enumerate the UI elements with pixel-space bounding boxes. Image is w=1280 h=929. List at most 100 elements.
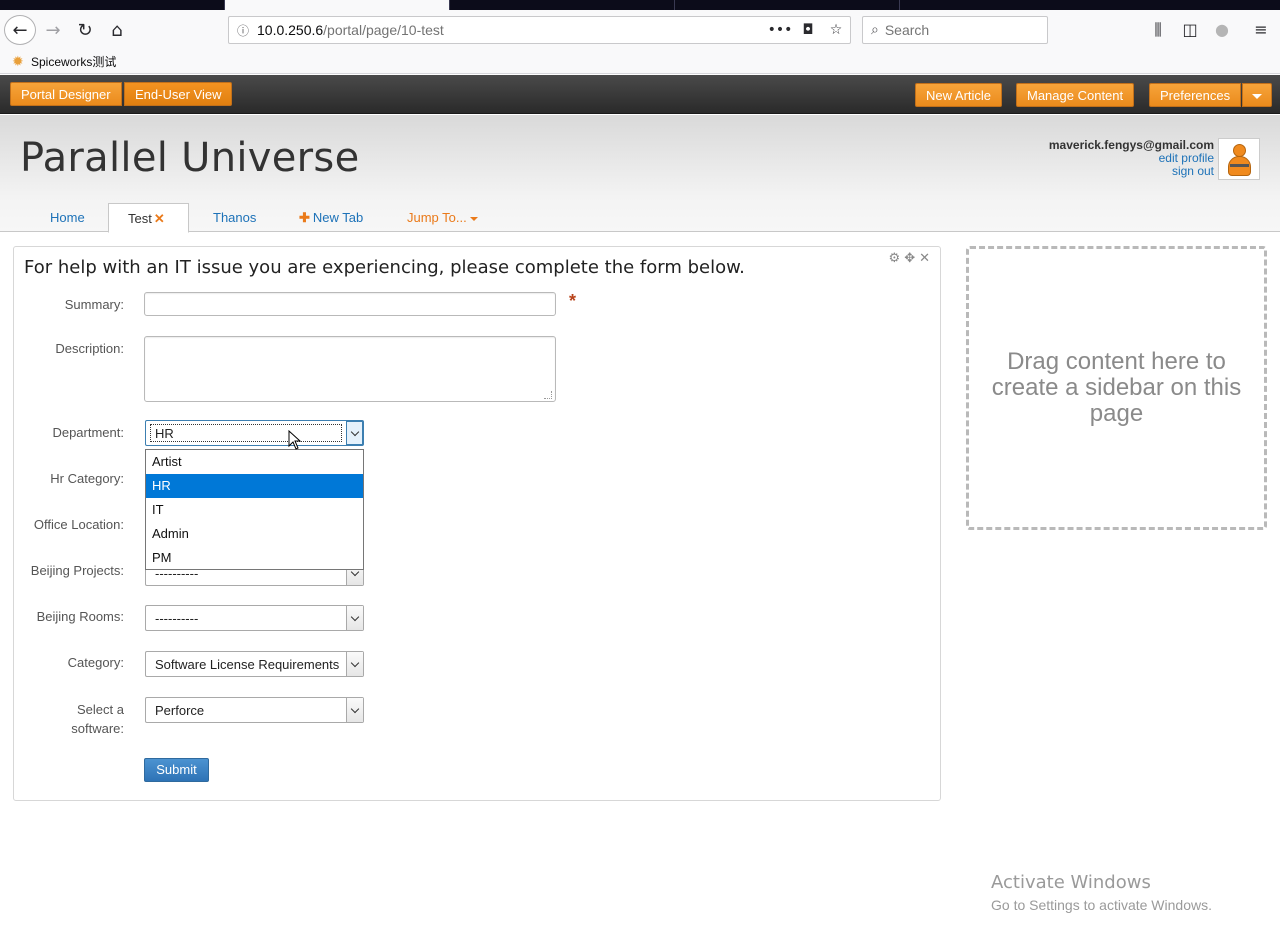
browser-tab[interactable] <box>450 0 675 10</box>
tab-test[interactable]: Test ✕ <box>108 203 189 233</box>
beijing-rooms-select[interactable]: ---------- <box>145 605 364 631</box>
resize-grip-icon[interactable] <box>544 391 552 399</box>
beijing-projects-label: Beijing Projects: <box>30 563 124 578</box>
close-icon[interactable]: ✕ <box>919 251 934 266</box>
site-info-icon[interactable]: ⓘ <box>229 22 257 39</box>
category-value: Software License Requirements <box>155 657 340 672</box>
manage-content-button[interactable]: Manage Content <box>1016 83 1135 107</box>
tab-home-label: Home <box>50 210 85 225</box>
portal-designer-button[interactable]: Portal Designer <box>10 82 122 106</box>
bookmark-label: Spiceworks测试 <box>31 55 117 69</box>
back-icon[interactable]: ← <box>4 15 36 45</box>
caret-down-icon <box>469 216 478 221</box>
category-label: Category: <box>67 655 124 670</box>
sidebar-drop-zone[interactable]: Drag content here to create a sidebar on… <box>966 246 1267 530</box>
avatar-band <box>1230 164 1249 167</box>
page-actions-icon[interactable]: ••• <box>766 22 794 38</box>
summary-label: Summary: <box>64 297 124 312</box>
portal-admin-bar: Portal Designer End-User View New Articl… <box>0 75 1280 114</box>
extension-icon[interactable]: ● <box>1210 20 1234 39</box>
department-option[interactable]: Artist <box>146 450 363 474</box>
end-user-view-button[interactable]: End-User View <box>124 82 233 106</box>
department-select[interactable]: HR <box>145 420 364 446</box>
beijing-rooms-value: ---------- <box>155 611 199 626</box>
reload-icon[interactable]: ↻ <box>70 16 100 44</box>
category-select[interactable]: Software License Requirements <box>145 651 364 677</box>
avatar[interactable] <box>1218 138 1260 180</box>
pocket-icon[interactable]: ◘ <box>794 22 822 38</box>
browser-tab[interactable] <box>675 0 900 10</box>
department-dropdown-list: Artist HR IT Admin PM <box>145 449 364 570</box>
department-option[interactable]: PM <box>146 546 363 570</box>
url-host: 10.0.250.6 <box>257 22 324 38</box>
summary-input[interactable] <box>144 292 556 316</box>
office-location-label: Office Location: <box>33 517 124 532</box>
move-icon[interactable]: ✥ <box>904 251 919 266</box>
software-select[interactable]: Perforce <box>145 697 364 723</box>
browser-tab-active[interactable] <box>225 0 450 10</box>
hr-category-label: Hr Category: <box>50 471 124 486</box>
new-article-button[interactable]: New Article <box>915 83 1003 107</box>
search-icon: ⌕ <box>871 22 879 38</box>
spiceworks-icon: ✹ <box>12 53 24 70</box>
home-icon[interactable]: ⌂ <box>102 16 132 44</box>
department-label: Department: <box>52 425 124 440</box>
description-label: Description: <box>55 341 124 356</box>
chevron-down-icon[interactable] <box>346 421 363 445</box>
software-label-line1: Select a <box>77 702 124 717</box>
url-text[interactable]: 10.0.250.6/portal/page/10-test <box>257 22 766 38</box>
search-bar[interactable]: ⌕ <box>862 16 1048 44</box>
chevron-down-icon[interactable] <box>346 652 363 676</box>
site-title: Parallel Universe <box>20 135 360 181</box>
preferences-dropdown-button[interactable] <box>1242 83 1272 107</box>
browser-tab-strip <box>0 0 1280 10</box>
department-option[interactable]: Admin <box>146 522 363 546</box>
browser-tab[interactable] <box>0 0 225 10</box>
description-textarea[interactable] <box>144 336 556 402</box>
department-value: HR <box>150 424 342 442</box>
software-value: Perforce <box>155 703 205 718</box>
user-box: maverick.fengys@gmail.com edit profile s… <box>1049 139 1214 178</box>
caret-down-icon <box>1252 94 1262 100</box>
mouse-pointer-icon <box>288 430 302 450</box>
menu-icon[interactable]: ≡ <box>1249 20 1273 39</box>
url-path: /portal/page/10-test <box>323 22 444 38</box>
gear-icon[interactable]: ⚙ <box>889 251 905 266</box>
search-input[interactable] <box>884 22 1025 38</box>
department-option[interactable]: HR <box>146 474 363 498</box>
sign-out-link[interactable]: sign out <box>1049 165 1214 178</box>
avatar-head <box>1233 144 1246 157</box>
preferences-button[interactable]: Preferences <box>1149 83 1242 107</box>
watermark-line1: Activate Windows <box>991 872 1151 893</box>
department-option[interactable]: IT <box>146 498 363 522</box>
bookmarks-bar: ✹ Spiceworks测试 <box>0 50 1280 74</box>
software-label-line2: software: <box>71 721 124 736</box>
forward-icon[interactable]: → <box>38 16 68 44</box>
tab-home[interactable]: Home <box>40 203 95 232</box>
library-icon[interactable]: ⫼ <box>1146 20 1170 40</box>
plus-icon: ✚ <box>299 210 310 225</box>
tab-test-label: Test <box>128 211 152 226</box>
tab-thanos-label: Thanos <box>213 210 257 225</box>
widget-controls: ⚙✥✕ <box>889 251 934 266</box>
chevron-down-icon[interactable] <box>346 698 363 722</box>
bookmark-item[interactable]: ✹ Spiceworks测试 <box>12 53 116 70</box>
sidebar-drop-text: Drag content here to create a sidebar on… <box>991 348 1242 427</box>
sidebar-toggle-icon[interactable]: ◫ <box>1178 20 1202 39</box>
required-mark: * <box>569 291 577 311</box>
form-heading: For help with an IT issue you are experi… <box>24 257 745 278</box>
url-bar[interactable]: ⓘ 10.0.250.6/portal/page/10-test ••• ◘ ☆ <box>228 16 851 44</box>
tab-thanos[interactable]: Thanos <box>203 203 266 232</box>
bookmark-star-icon[interactable]: ☆ <box>822 22 850 38</box>
activate-windows-watermark: Activate Windows Go to Settings to activ… <box>991 872 1212 913</box>
beijing-rooms-label: Beijing Rooms: <box>36 609 124 624</box>
close-tab-icon[interactable]: ✕ <box>154 211 165 226</box>
portal-tabs: Home Test ✕ Thanos ✚ New Tab Jump To... <box>0 203 1280 233</box>
software-label: Select a software: <box>14 700 124 738</box>
chevron-down-icon[interactable] <box>346 606 363 630</box>
watermark-line2: Go to Settings to activate Windows. <box>991 897 1212 913</box>
tab-jump-to[interactable]: Jump To... <box>397 203 488 232</box>
tab-jump-to-label: Jump To... <box>407 210 467 225</box>
tab-new[interactable]: ✚ New Tab <box>289 203 373 232</box>
submit-button[interactable]: Submit <box>144 758 209 782</box>
